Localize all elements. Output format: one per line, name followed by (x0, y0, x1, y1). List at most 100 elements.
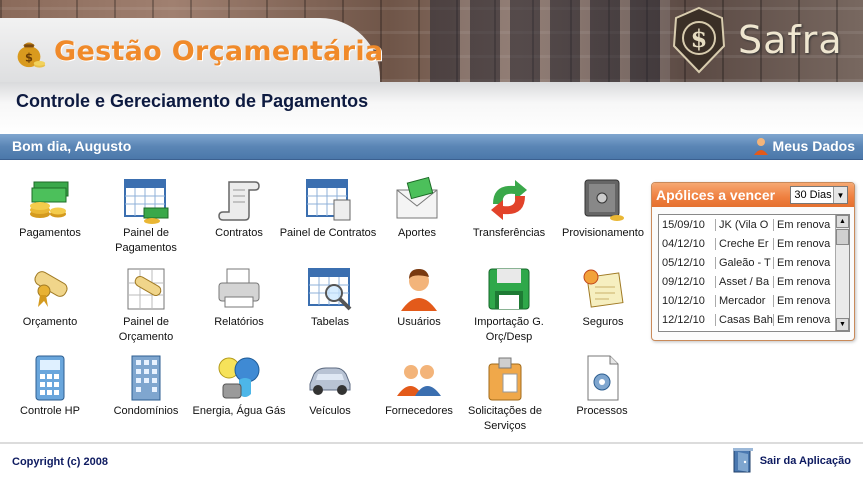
module-label: Pagamentos (19, 227, 81, 239)
list-item[interactable]: 05/12/10 Galeão - T Em renova (659, 253, 849, 272)
module-condominios[interactable]: Condomínios (96, 354, 196, 419)
app-title: Gestão Orçamentária (54, 36, 384, 67)
module-painel-de-contratos[interactable]: Painel de Contratos (278, 176, 378, 241)
module-label: Painel de Contratos (279, 227, 377, 239)
module-label: Condomínios (113, 405, 179, 417)
module-label: Relatórios (214, 316, 264, 328)
module-importacao[interactable]: Importação G. Orç/Desp (459, 265, 559, 345)
calculator-icon (35, 355, 65, 401)
safe-icon (584, 179, 624, 221)
energy-icon (218, 357, 260, 399)
module-veiculos[interactable]: Veículos (280, 354, 380, 419)
policy-name: Casas Bah (716, 313, 774, 326)
money-stack-icon (30, 181, 69, 218)
policy-date: 09/12/10 (659, 275, 716, 288)
user-icon (753, 138, 768, 155)
logout-link[interactable]: Sair da Aplicação (732, 448, 851, 474)
list-item[interactable]: 04/12/10 Creche Er Em renova (659, 234, 849, 253)
module-seguros[interactable]: Seguros (553, 265, 653, 330)
policy-date: 12/12/10 (659, 313, 716, 326)
greeting-text: Bom dia, Augusto (12, 138, 132, 154)
my-data-label: Meus Dados (772, 138, 855, 154)
module-energia-agua-gas[interactable]: Energia, Água Gás (189, 354, 289, 419)
my-data-link[interactable]: Meus Dados (753, 136, 855, 156)
module-label: Energia, Água Gás (192, 405, 286, 417)
module-transferencias[interactable]: Transferências (459, 176, 559, 241)
module-processos[interactable]: Processos (552, 354, 652, 419)
svg-text:$: $ (25, 50, 33, 64)
period-select[interactable]: 30 Dias ▼ (790, 186, 848, 204)
module-label: Veículos (309, 405, 351, 417)
list-item[interactable]: 09/12/10 Asset / Ba Em renova (659, 272, 849, 291)
module-aportes[interactable]: Aportes (367, 176, 467, 241)
module-provisionamento[interactable]: Provisionamento (553, 176, 653, 241)
module-fornecedores[interactable]: Fornecedores (369, 354, 469, 419)
module-label: Contratos (215, 227, 263, 239)
scroll-up-icon[interactable]: ▲ (836, 215, 849, 228)
envelope-money-icon (396, 176, 438, 219)
diploma-panel-icon (127, 268, 165, 310)
document-gear-icon (587, 355, 619, 401)
transfer-arrows-icon (491, 180, 527, 220)
floppy-disk-icon (488, 268, 530, 310)
list-item[interactable]: 10/12/10 Mercador Em renova (659, 291, 849, 310)
module-contratos[interactable]: Contratos (189, 176, 289, 241)
policy-name: Creche Er (716, 237, 774, 250)
module-orcamento[interactable]: Orçamento (0, 265, 100, 330)
policy-status: Em renova (777, 294, 831, 307)
module-label: Processos (576, 405, 628, 417)
module-label: Solicitações de Serviços (468, 405, 542, 432)
module-label: Importação G. Orç/Desp (474, 316, 544, 343)
module-solicitacoes-de-servicos[interactable]: Solicitações de Serviços (455, 354, 555, 434)
module-tabelas[interactable]: Tabelas (280, 265, 380, 330)
policy-date: 10/12/10 (659, 294, 716, 307)
period-select-value: 30 Dias (794, 189, 832, 201)
module-label: Painel de Pagamentos (115, 227, 177, 254)
module-relatorios[interactable]: Relatórios (189, 265, 289, 330)
clipboard-icon (488, 357, 522, 401)
module-label: Seguros (582, 316, 624, 328)
header-building-windows (430, 0, 670, 82)
policies-scrollbar[interactable]: ▲ ▼ (835, 215, 849, 331)
module-painel-de-orcamento[interactable]: Painel de Orçamento (96, 265, 196, 345)
chevron-down-icon: ▼ (833, 187, 847, 203)
building-icon (131, 355, 161, 401)
calendar-money-icon (124, 179, 169, 224)
module-label: Provisionamento (562, 227, 644, 239)
svg-text:$: $ (691, 24, 708, 53)
certificate-icon (583, 269, 624, 308)
scroll-thumb[interactable] (836, 229, 849, 245)
module-controle-hp[interactable]: Controle HP (0, 354, 100, 419)
policy-status: Em renova (777, 256, 831, 269)
policies-list[interactable]: 15/09/10 JK (Vila O Em renova 04/12/10 C… (658, 214, 850, 332)
dollar-seal-icon: $ (672, 6, 726, 74)
module-usuarios[interactable]: Usuários (369, 265, 469, 330)
page-subtitle: Controle e Gereciamento de Pagamentos (16, 91, 369, 111)
calendar-scroll-icon (306, 179, 351, 221)
policies-panel-title: Apólices a vencer (656, 187, 776, 203)
brand-name: Safra (738, 18, 843, 62)
scroll-down-icon[interactable]: ▼ (836, 318, 849, 331)
list-item[interactable]: 12/12/10 Casas Bah Em renova (659, 310, 849, 329)
policy-date: 04/12/10 (659, 237, 716, 250)
policy-name: Galeão - T (716, 256, 774, 269)
people-icon (397, 365, 441, 396)
module-pagamentos[interactable]: Pagamentos (0, 176, 100, 241)
module-label: Orçamento (22, 316, 78, 328)
policies-panel: Apólices a vencer 30 Dias ▼ 15/09/10 JK … (651, 182, 855, 341)
policy-name: JK (Vila O (716, 218, 774, 231)
printer-icon (218, 268, 260, 308)
logout-label: Sair da Aplicação (759, 455, 851, 467)
module-label: Fornecedores (385, 405, 453, 417)
list-item[interactable]: 15/09/10 JK (Vila O Em renova (659, 215, 849, 234)
policy-status: Em renova (777, 313, 831, 326)
table-search-icon (308, 268, 352, 311)
user-icon (401, 269, 437, 311)
policies-panel-header: Apólices a vencer 30 Dias ▼ (652, 183, 854, 207)
policy-status: Em renova (777, 237, 831, 250)
module-label: Usuários (397, 316, 441, 328)
module-painel-de-pagamentos[interactable]: Painel de Pagamentos (96, 176, 196, 256)
module-label: Aportes (398, 227, 436, 239)
policy-status: Em renova (777, 275, 831, 288)
diploma-icon (34, 271, 68, 307)
